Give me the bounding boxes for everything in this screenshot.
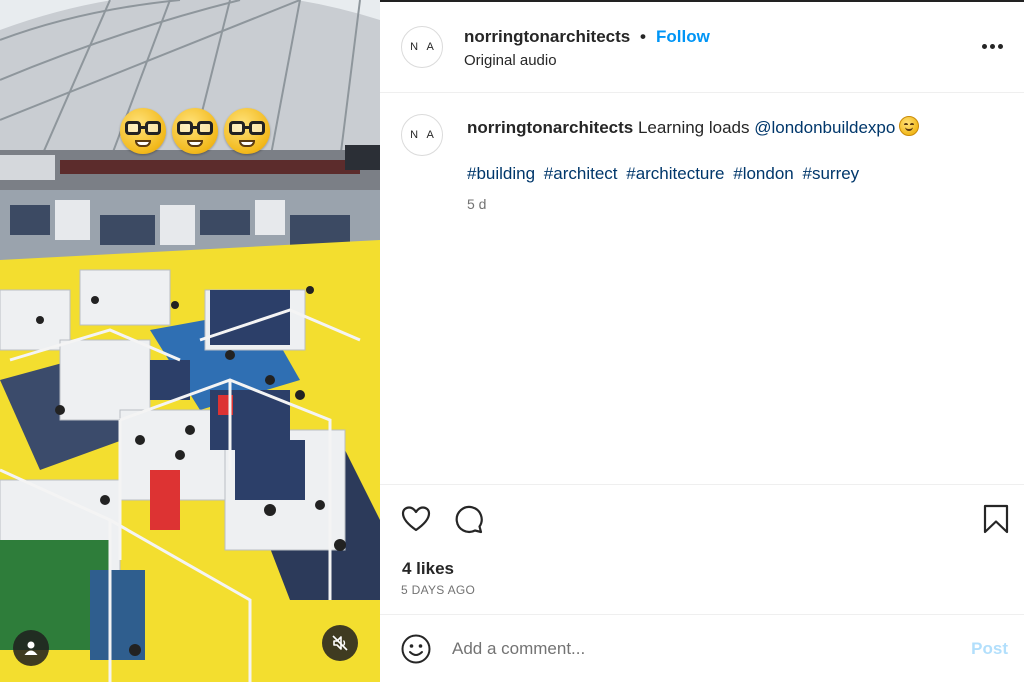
comment-bar: Post — [380, 614, 1024, 682]
caption-body: Learning loads — [633, 118, 755, 137]
caption-username[interactable]: norringtonarchitects — [467, 118, 633, 137]
post-details-panel: N A norringtonarchitects • Follow Origin… — [380, 0, 1024, 682]
tagged-users-button[interactable] — [13, 630, 49, 666]
audio-label[interactable]: Original audio — [464, 52, 557, 69]
hashtag-list: #building #architect #architecture #lond… — [467, 164, 863, 184]
post-header: N A norringtonarchitects • Follow Origin… — [380, 0, 1024, 93]
hashtag-link[interactable]: #surrey — [803, 164, 860, 183]
profile-avatar[interactable]: N A — [401, 26, 443, 68]
nerd-face-emoji — [172, 108, 218, 154]
follow-button[interactable]: Follow — [656, 27, 710, 47]
hashtag-link[interactable]: #architecture — [626, 164, 724, 183]
post-date: 5 DAYS AGO — [401, 583, 476, 597]
expo-hall-photo — [0, 0, 380, 682]
header-separator: • — [640, 27, 646, 46]
more-options-button[interactable] — [980, 38, 1004, 54]
mute-toggle-button[interactable] — [322, 625, 358, 661]
comment-input[interactable] — [452, 635, 932, 663]
caption-timestamp[interactable]: 5 d — [467, 196, 486, 212]
heart-icon[interactable] — [400, 503, 432, 535]
action-bar: 4 likes 5 DAYS AGO — [380, 484, 1024, 614]
caption-text: norringtonarchitects Learning loads @lon… — [467, 116, 920, 139]
emoji-picker-icon[interactable] — [400, 633, 432, 665]
user-icon — [24, 641, 38, 655]
more-dot — [989, 43, 995, 49]
speaker-muted-icon — [332, 635, 348, 651]
more-dot — [997, 43, 1003, 49]
hashtag-link[interactable]: #london — [733, 164, 794, 183]
post-comment-button[interactable]: Post — [971, 639, 1008, 659]
hashtag-link[interactable]: #building — [467, 164, 535, 183]
bookmark-icon[interactable] — [980, 503, 1012, 535]
mention-link[interactable]: @londonbuildexpo — [754, 118, 895, 137]
nerd-face-emoji — [120, 108, 166, 154]
sticker-row — [120, 108, 270, 154]
smiling-face-emoji — [899, 116, 920, 136]
post-media[interactable] — [0, 0, 380, 682]
hashtag-link[interactable]: #architect — [544, 164, 618, 183]
more-dot — [981, 43, 987, 49]
comment-icon[interactable] — [452, 503, 484, 535]
nerd-face-emoji — [224, 108, 270, 154]
header-username[interactable]: norringtonarchitects — [464, 27, 630, 47]
likes-count[interactable]: 4 likes — [402, 559, 454, 579]
caption-avatar[interactable]: N A — [401, 114, 443, 156]
